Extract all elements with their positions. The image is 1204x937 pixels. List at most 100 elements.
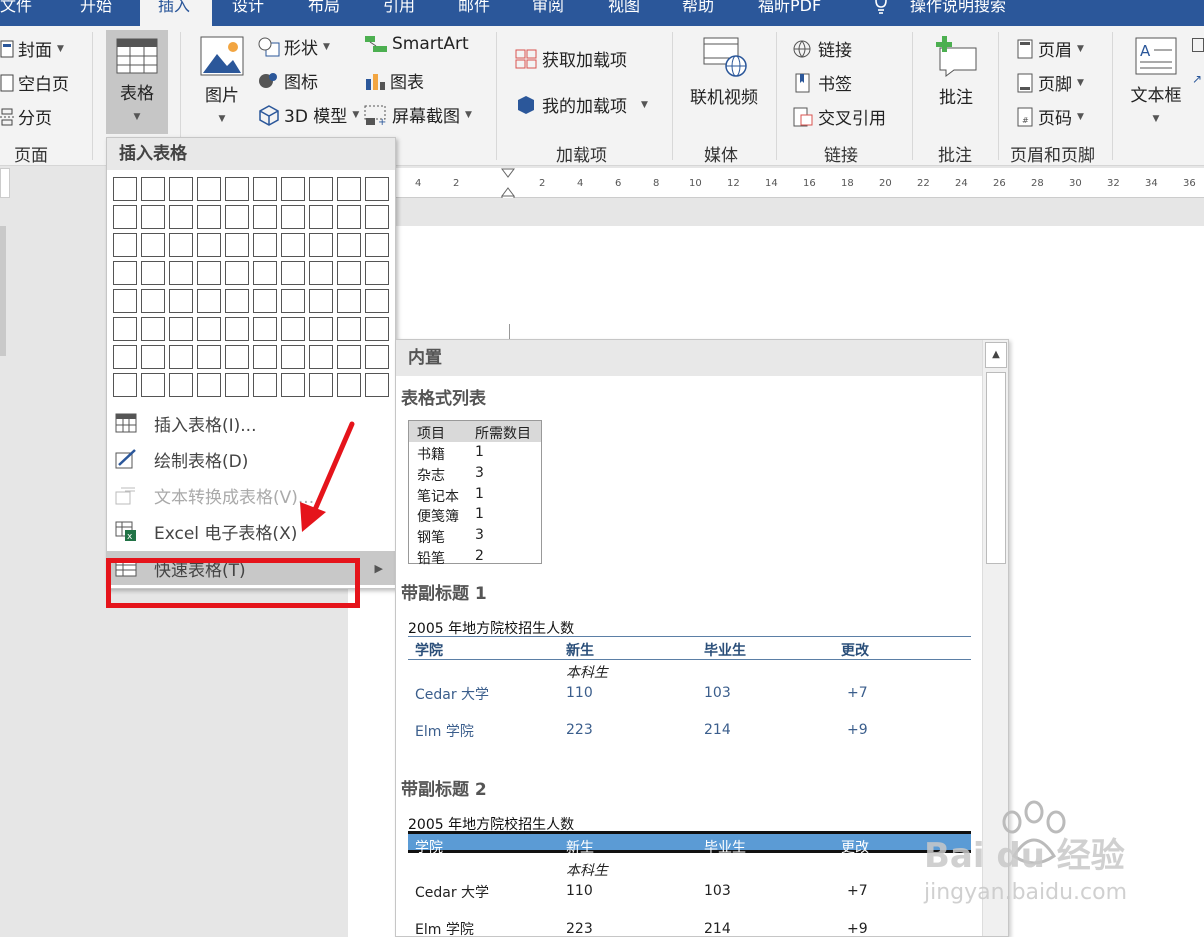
ruler-tab-selector[interactable] bbox=[0, 168, 10, 198]
blank-page-button[interactable]: 空白页 bbox=[0, 70, 69, 95]
shapes-button[interactable]: 形状 ▼ bbox=[258, 34, 330, 59]
grid-cell[interactable] bbox=[141, 261, 165, 285]
grid-cell[interactable] bbox=[337, 205, 361, 229]
tab-insert[interactable]: 插入 bbox=[140, 0, 212, 26]
grid-cell[interactable] bbox=[113, 345, 137, 369]
grid-cell[interactable] bbox=[169, 205, 193, 229]
page-number-button[interactable]: # 页码 ▼ bbox=[1016, 104, 1084, 129]
tab-help[interactable]: 帮助 bbox=[682, 0, 714, 26]
grid-cell[interactable] bbox=[365, 317, 389, 341]
grid-cell[interactable] bbox=[113, 261, 137, 285]
text-box-button[interactable]: A 文本框 ▼ bbox=[1124, 36, 1188, 126]
grid-cell[interactable] bbox=[141, 345, 165, 369]
grid-cell[interactable] bbox=[281, 317, 305, 341]
grid-cell[interactable] bbox=[169, 289, 193, 313]
screenshot-button[interactable]: + 屏幕截图 ▼ bbox=[364, 102, 472, 127]
grid-cell[interactable] bbox=[309, 289, 333, 313]
grid-cell[interactable] bbox=[309, 177, 333, 201]
grid-cell[interactable] bbox=[337, 345, 361, 369]
grid-cell[interactable] bbox=[113, 317, 137, 341]
grid-cell[interactable] bbox=[365, 345, 389, 369]
grid-cell[interactable] bbox=[169, 233, 193, 257]
tab-layout[interactable]: 布局 bbox=[308, 0, 340, 26]
grid-cell[interactable] bbox=[113, 289, 137, 313]
grid-cell[interactable] bbox=[337, 261, 361, 285]
grid-cell[interactable] bbox=[365, 205, 389, 229]
grid-cell[interactable] bbox=[141, 317, 165, 341]
grid-cell[interactable] bbox=[197, 289, 221, 313]
grid-cell[interactable] bbox=[141, 233, 165, 257]
grid-cell[interactable] bbox=[197, 317, 221, 341]
grid-cell[interactable] bbox=[113, 177, 137, 201]
grid-cell[interactable] bbox=[141, 205, 165, 229]
grid-cell[interactable] bbox=[197, 233, 221, 257]
grid-cell[interactable] bbox=[337, 177, 361, 201]
grid-cell[interactable] bbox=[337, 289, 361, 313]
horizontal-ruler[interactable]: 4 2 2 4 6 8 10 12 14 16 18 20 22 24 26 2… bbox=[395, 168, 1204, 203]
table-button[interactable]: 表格 ▼ bbox=[106, 30, 168, 134]
grid-cell[interactable] bbox=[281, 345, 305, 369]
header-button[interactable]: 页眉 ▼ bbox=[1016, 36, 1084, 61]
grid-cell[interactable] bbox=[169, 373, 193, 397]
grid-cell[interactable] bbox=[281, 233, 305, 257]
grid-cell[interactable] bbox=[169, 177, 193, 201]
grid-cell[interactable] bbox=[225, 317, 249, 341]
grid-cell[interactable] bbox=[225, 205, 249, 229]
tab-mailings[interactable]: 邮件 bbox=[458, 0, 490, 26]
icons-button[interactable]: 图标 bbox=[258, 68, 318, 93]
grid-cell[interactable] bbox=[225, 373, 249, 397]
scroll-thumb[interactable] bbox=[986, 372, 1006, 564]
grid-cell[interactable] bbox=[253, 177, 277, 201]
grid-cell[interactable] bbox=[253, 317, 277, 341]
tab-references[interactable]: 引用 bbox=[383, 0, 415, 26]
tab-file[interactable]: 文件 bbox=[0, 0, 40, 26]
grid-cell[interactable] bbox=[197, 345, 221, 369]
tab-view[interactable]: 视图 bbox=[608, 0, 640, 26]
grid-cell[interactable] bbox=[225, 177, 249, 201]
grid-cell[interactable] bbox=[197, 205, 221, 229]
grid-cell[interactable] bbox=[253, 205, 277, 229]
grid-cell[interactable] bbox=[281, 289, 305, 313]
tell-me-search[interactable]: 操作说明搜索 bbox=[910, 0, 1006, 26]
grid-cell[interactable] bbox=[281, 177, 305, 201]
my-addins-button[interactable]: 我的加载项 ▼ bbox=[514, 92, 648, 117]
grid-cell[interactable] bbox=[169, 317, 193, 341]
grid-cell[interactable] bbox=[253, 289, 277, 313]
tab-foxit-pdf[interactable]: 福昕PDF bbox=[758, 0, 821, 26]
tab-home[interactable]: 开始 bbox=[80, 0, 112, 26]
grid-cell[interactable] bbox=[337, 373, 361, 397]
grid-cell[interactable] bbox=[113, 233, 137, 257]
grid-cell[interactable] bbox=[309, 205, 333, 229]
grid-cell[interactable] bbox=[225, 261, 249, 285]
grid-cell[interactable] bbox=[197, 261, 221, 285]
online-video-button[interactable]: 联机视频 bbox=[686, 34, 762, 108]
grid-cell[interactable] bbox=[253, 345, 277, 369]
grid-cell[interactable] bbox=[225, 345, 249, 369]
footer-button[interactable]: 页脚 ▼ bbox=[1016, 70, 1084, 95]
grid-cell[interactable] bbox=[365, 177, 389, 201]
grid-cell[interactable] bbox=[169, 261, 193, 285]
smartart-button[interactable]: SmartArt bbox=[364, 34, 469, 54]
tab-design[interactable]: 设计 bbox=[232, 0, 264, 26]
grid-cell[interactable] bbox=[365, 373, 389, 397]
grid-cell[interactable] bbox=[197, 177, 221, 201]
grid-cell[interactable] bbox=[337, 317, 361, 341]
grid-cell[interactable] bbox=[225, 233, 249, 257]
grid-cell[interactable] bbox=[253, 261, 277, 285]
grid-cell[interactable] bbox=[113, 373, 137, 397]
link-button[interactable]: 链接 bbox=[792, 36, 852, 61]
table-size-grid[interactable] bbox=[113, 177, 391, 399]
chart-button[interactable]: 图表 bbox=[364, 68, 424, 93]
grid-cell[interactable] bbox=[337, 233, 361, 257]
grid-cell[interactable] bbox=[309, 345, 333, 369]
cross-reference-button[interactable]: 交叉引用 bbox=[792, 104, 886, 129]
get-addins-button[interactable]: 获取加载项 bbox=[514, 46, 627, 71]
quick-parts-icon[interactable] bbox=[1192, 38, 1204, 52]
cover-page-button[interactable]: 封面 ▼ bbox=[0, 36, 64, 61]
grid-cell[interactable] bbox=[253, 373, 277, 397]
grid-cell[interactable] bbox=[281, 205, 305, 229]
bookmark-button[interactable]: 书签 bbox=[792, 70, 852, 95]
grid-cell[interactable] bbox=[281, 261, 305, 285]
grid-cell[interactable] bbox=[169, 345, 193, 369]
picture-button[interactable]: 图片 ▼ bbox=[196, 36, 248, 126]
